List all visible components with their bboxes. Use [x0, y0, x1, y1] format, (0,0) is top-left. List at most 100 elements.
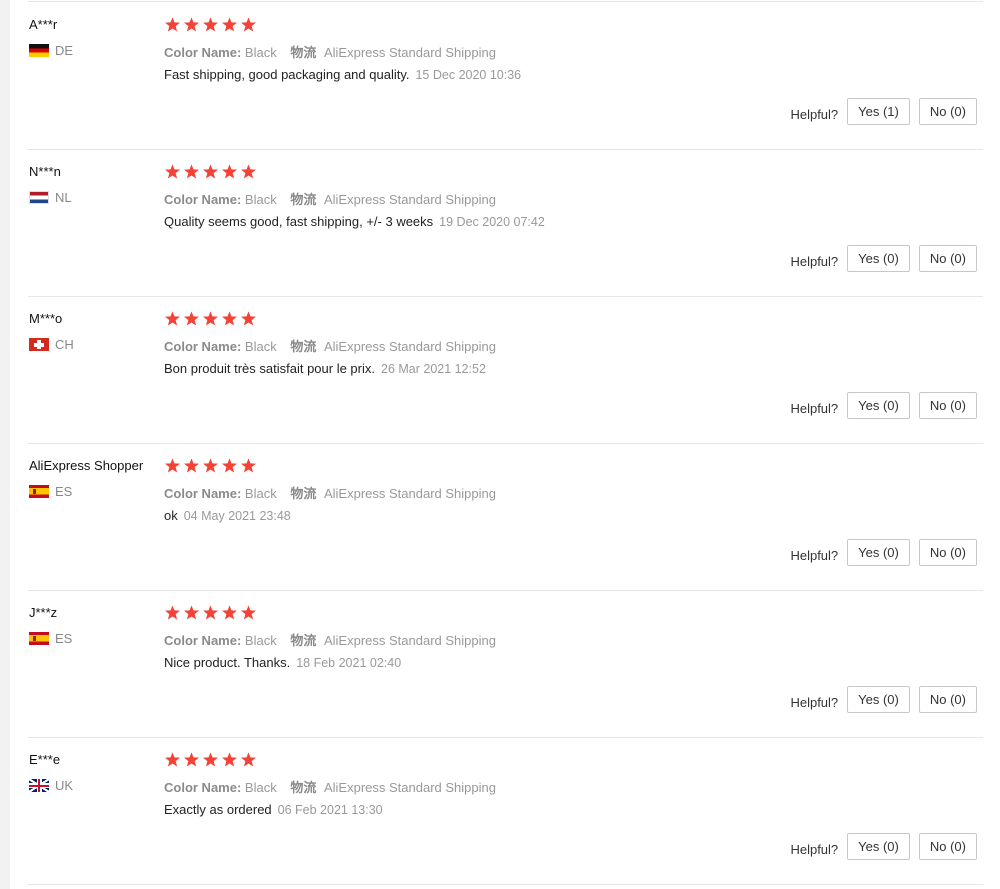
helpful-no-button[interactable]: No (0)	[918, 392, 977, 419]
order-info: Color Name: Black 物流 AliExpress Standard…	[164, 42, 496, 61]
review-text: ok 04 May 2021 23:48	[164, 508, 291, 523]
helpful-vote: Helpful? Yes (0) No (0)	[790, 245, 977, 272]
order-info: Color Name: Black 物流 AliExpress Standard…	[164, 483, 496, 502]
review-date: 18 Feb 2021 02:40	[296, 656, 402, 670]
reviewer-name: J***z	[29, 605, 58, 620]
color-name-label: Color Name:	[164, 780, 242, 795]
review-content: Nice product. Thanks.	[164, 655, 291, 670]
country-code: NL	[55, 190, 72, 205]
reviewer-country: NL	[29, 190, 72, 205]
star-icon	[222, 164, 237, 179]
order-info: Color Name: Black 物流 AliExpress Standard…	[164, 777, 496, 796]
review-date: 06 Feb 2021 13:30	[277, 803, 383, 817]
star-icon	[184, 17, 199, 32]
helpful-no-button[interactable]: No (0)	[918, 98, 977, 125]
helpful-label: Helpful?	[790, 841, 839, 857]
helpful-label: Helpful?	[790, 547, 839, 563]
reviewer-country: ES	[29, 484, 72, 499]
review-item: J***z ES Color Name: Black 物流 AliExpress…	[28, 590, 983, 738]
reviewer-name: A***r	[29, 17, 58, 32]
review-item: AliExpress Shopper ES Color Name: Black …	[28, 443, 983, 591]
review-item: M***o CH Color Name: Black 物流 AliExpress…	[28, 296, 983, 444]
flag-es-icon	[29, 632, 49, 645]
logistics-label: 物流	[290, 486, 317, 501]
reviewer-country: ES	[29, 631, 72, 646]
reviewer-name: M***o	[29, 311, 63, 326]
helpful-vote: Helpful? Yes (0) No (0)	[790, 539, 977, 566]
review-text: Nice product. Thanks. 18 Feb 2021 02:40	[164, 655, 401, 670]
star-icon	[165, 605, 180, 620]
reviewer-country: UK	[29, 778, 73, 793]
shipping-method: AliExpress Standard Shipping	[323, 192, 496, 207]
color-name-label: Color Name:	[164, 45, 242, 60]
helpful-yes-button[interactable]: Yes (1)	[847, 98, 910, 125]
star-icon	[203, 605, 218, 620]
country-code: UK	[55, 778, 74, 793]
helpful-yes-button[interactable]: Yes (0)	[847, 539, 910, 566]
star-icon	[184, 605, 199, 620]
helpful-label: Helpful?	[790, 694, 839, 710]
star-rating	[164, 752, 257, 767]
star-icon	[165, 458, 180, 473]
helpful-yes-button[interactable]: Yes (0)	[847, 833, 910, 860]
color-name-label: Color Name:	[164, 486, 242, 501]
star-icon	[203, 17, 218, 32]
star-icon	[184, 752, 199, 767]
color-name-value: Black	[244, 486, 277, 501]
reviewer-name: E***e	[29, 752, 61, 767]
color-name-value: Black	[244, 339, 277, 354]
helpful-no-button[interactable]: No (0)	[918, 833, 977, 860]
helpful-no-button[interactable]: No (0)	[918, 686, 977, 713]
country-code: CH	[55, 337, 74, 352]
review-item: E***e UK Color Name: Black 物流 AliExpress…	[28, 737, 983, 885]
helpful-yes-button[interactable]: Yes (0)	[847, 245, 910, 272]
review-content: Fast shipping, good packaging and qualit…	[164, 67, 410, 82]
star-rating	[164, 17, 257, 32]
review-item: A***r DE Color Name: Black 物流 AliExpress…	[28, 2, 983, 150]
helpful-yes-button[interactable]: Yes (0)	[847, 392, 910, 419]
star-icon	[241, 311, 256, 326]
helpful-vote: Helpful? Yes (0) No (0)	[790, 833, 977, 860]
country-code: ES	[55, 631, 73, 646]
helpful-yes-button[interactable]: Yes (0)	[847, 686, 910, 713]
star-icon	[241, 164, 256, 179]
shipping-method: AliExpress Standard Shipping	[323, 780, 496, 795]
order-info: Color Name: Black 物流 AliExpress Standard…	[164, 630, 496, 649]
helpful-label: Helpful?	[790, 106, 839, 122]
reviewer-name: AliExpress Shopper	[29, 458, 144, 473]
color-name-label: Color Name:	[164, 339, 242, 354]
star-icon	[222, 752, 237, 767]
helpful-label: Helpful?	[790, 253, 839, 269]
helpful-no-button[interactable]: No (0)	[918, 539, 977, 566]
star-icon	[222, 17, 237, 32]
flag-es-icon	[29, 485, 49, 498]
order-info: Color Name: Black 物流 AliExpress Standard…	[164, 336, 496, 355]
star-icon	[241, 605, 256, 620]
color-name-label: Color Name:	[164, 633, 242, 648]
color-name-value: Black	[244, 780, 277, 795]
star-icon	[184, 311, 199, 326]
logistics-label: 物流	[290, 45, 317, 60]
review-date: 15 Dec 2020 10:36	[415, 68, 522, 82]
helpful-no-button[interactable]: No (0)	[918, 245, 977, 272]
review-content: Bon produit très satisfait pour le prix.	[164, 361, 375, 376]
shipping-method: AliExpress Standard Shipping	[323, 486, 496, 501]
star-icon	[203, 458, 218, 473]
star-icon	[241, 458, 256, 473]
helpful-label: Helpful?	[790, 400, 839, 416]
color-name-label: Color Name:	[164, 192, 242, 207]
flag-ch-icon	[29, 338, 49, 351]
flag-nl-icon	[29, 191, 49, 204]
star-icon	[203, 752, 218, 767]
review-text: Quality seems good, fast shipping, +/- 3…	[164, 214, 545, 229]
color-name-value: Black	[244, 192, 277, 207]
order-info: Color Name: Black 物流 AliExpress Standard…	[164, 189, 496, 208]
logistics-label: 物流	[290, 339, 317, 354]
star-icon	[203, 311, 218, 326]
star-rating	[164, 311, 257, 326]
helpful-vote: Helpful? Yes (0) No (0)	[790, 392, 977, 419]
review-text: Bon produit très satisfait pour le prix.…	[164, 361, 486, 376]
reviewer-country: CH	[29, 337, 74, 352]
shipping-method: AliExpress Standard Shipping	[323, 45, 496, 60]
reviewer-name: N***n	[29, 164, 61, 179]
